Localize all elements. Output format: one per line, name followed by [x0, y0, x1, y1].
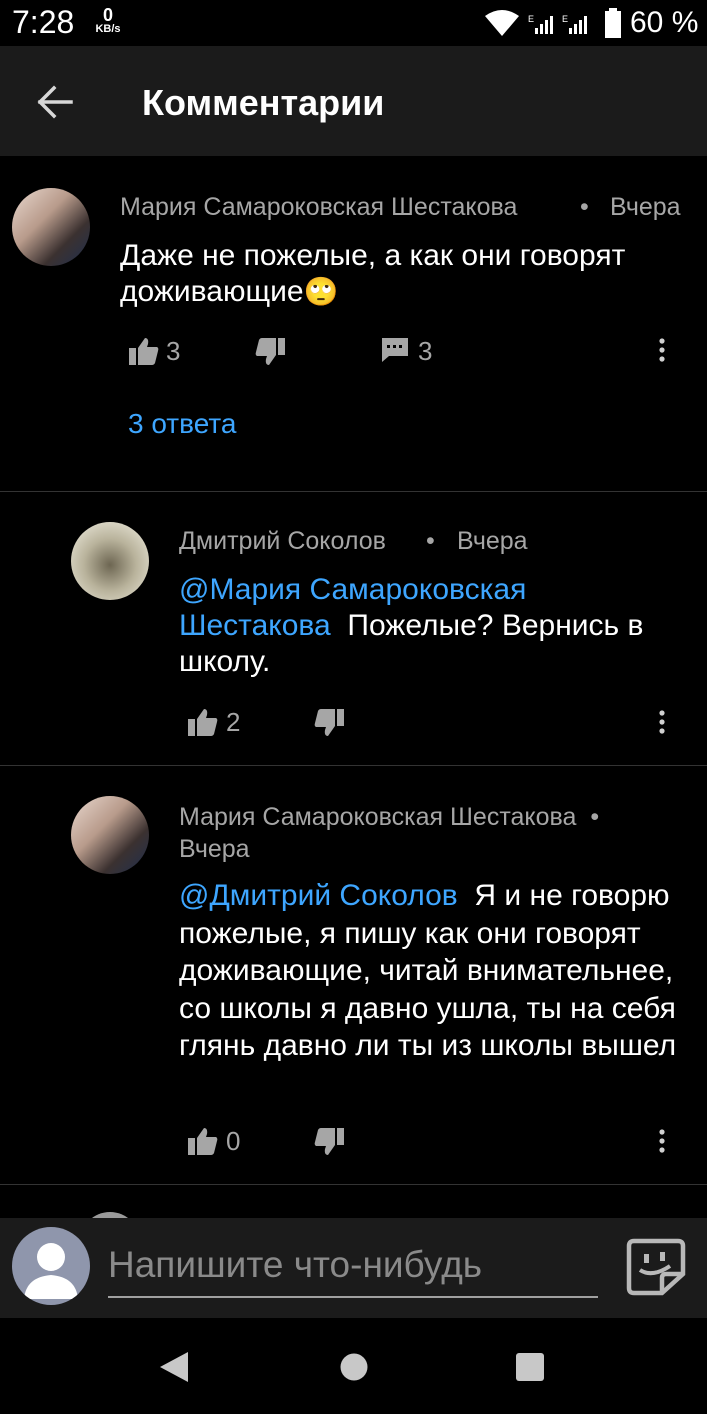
more-vert-icon[interactable] — [658, 1129, 666, 1153]
comment-input[interactable]: Напишите что-нибудь — [108, 1244, 482, 1286]
input-underline — [108, 1296, 598, 1298]
back-arrow-icon[interactable] — [36, 84, 74, 120]
avatar[interactable] — [71, 522, 149, 600]
reply-count: 3 — [418, 336, 433, 366]
svg-text:E: E — [528, 14, 534, 24]
like-count: 3 — [166, 336, 181, 366]
comment-text-block: Даже не пожелые, а как они говорят дожив… — [120, 238, 690, 310]
separator-dot: • — [426, 527, 435, 555]
network-speed-value: 0 — [102, 5, 113, 25]
nav-back-icon[interactable] — [158, 1350, 190, 1384]
battery-icon — [605, 8, 621, 38]
comment-author: Мария Самароковская Шестакова • Вчера — [179, 801, 679, 865]
thumb-down-icon[interactable] — [313, 708, 345, 738]
comment-text: Даже не пожелые, а как они говорят дожив… — [120, 239, 626, 308]
network-speed: 0 KB/s — [91, 6, 125, 35]
comment-time: Вчера — [179, 835, 250, 863]
like-count: 2 — [226, 707, 241, 737]
user-placeholder-icon — [12, 1227, 90, 1305]
divider — [0, 1184, 707, 1185]
avatar[interactable] — [71, 796, 149, 874]
separator-dot: • — [590, 803, 600, 831]
svg-text:E: E — [562, 14, 568, 24]
comment-author[interactable]: Дмитрий Соколов — [179, 527, 386, 556]
comment-author-name[interactable]: Мария Самароковская Шестакова — [179, 803, 576, 831]
more-vert-icon[interactable] — [658, 338, 666, 362]
more-vert-icon[interactable] — [658, 710, 666, 734]
thumb-down-icon[interactable] — [254, 337, 286, 367]
sticker-icon[interactable] — [626, 1238, 686, 1296]
avatar[interactable] — [12, 188, 90, 266]
comment-text-block: @Дмитрий Соколов Я и не говорю пожелые, … — [179, 877, 684, 1065]
divider — [0, 765, 707, 766]
nav-recents-icon[interactable] — [515, 1352, 545, 1382]
status-time: 7:28 — [12, 4, 75, 40]
signal-icon: E E — [528, 14, 587, 34]
status-bar: 7:28 0 KB/s E E 60 % — [0, 0, 707, 46]
thumb-up-icon[interactable] — [128, 336, 160, 366]
battery-percent: 60 % — [630, 6, 699, 39]
thumb-down-icon[interactable] — [313, 1127, 345, 1157]
reply-comment-icon[interactable] — [381, 337, 409, 363]
network-speed-unit: KB/s — [95, 23, 121, 35]
like-count: 0 — [226, 1126, 241, 1156]
comment-text-block: @Мария Самароковская Шестакова Пожелые? … — [179, 572, 689, 680]
separator-dot: • — [580, 193, 589, 221]
thumb-up-icon[interactable] — [187, 1126, 219, 1156]
page-title: Комментарии — [142, 82, 385, 123]
thumb-up-icon[interactable] — [187, 707, 219, 737]
comment-author[interactable]: Мария Самароковская Шестакова — [120, 193, 517, 222]
mention-link[interactable]: @Дмитрий Соколов — [179, 879, 458, 912]
comment-time: Вчера — [610, 193, 681, 221]
divider — [0, 491, 707, 492]
nav-home-icon[interactable] — [339, 1352, 369, 1382]
wifi-icon — [485, 10, 519, 36]
face-with-rolling-eyes-icon: 🙄 — [303, 276, 339, 307]
comment-time: Вчера — [457, 527, 528, 555]
view-replies-link[interactable]: 3 ответа — [128, 408, 236, 440]
